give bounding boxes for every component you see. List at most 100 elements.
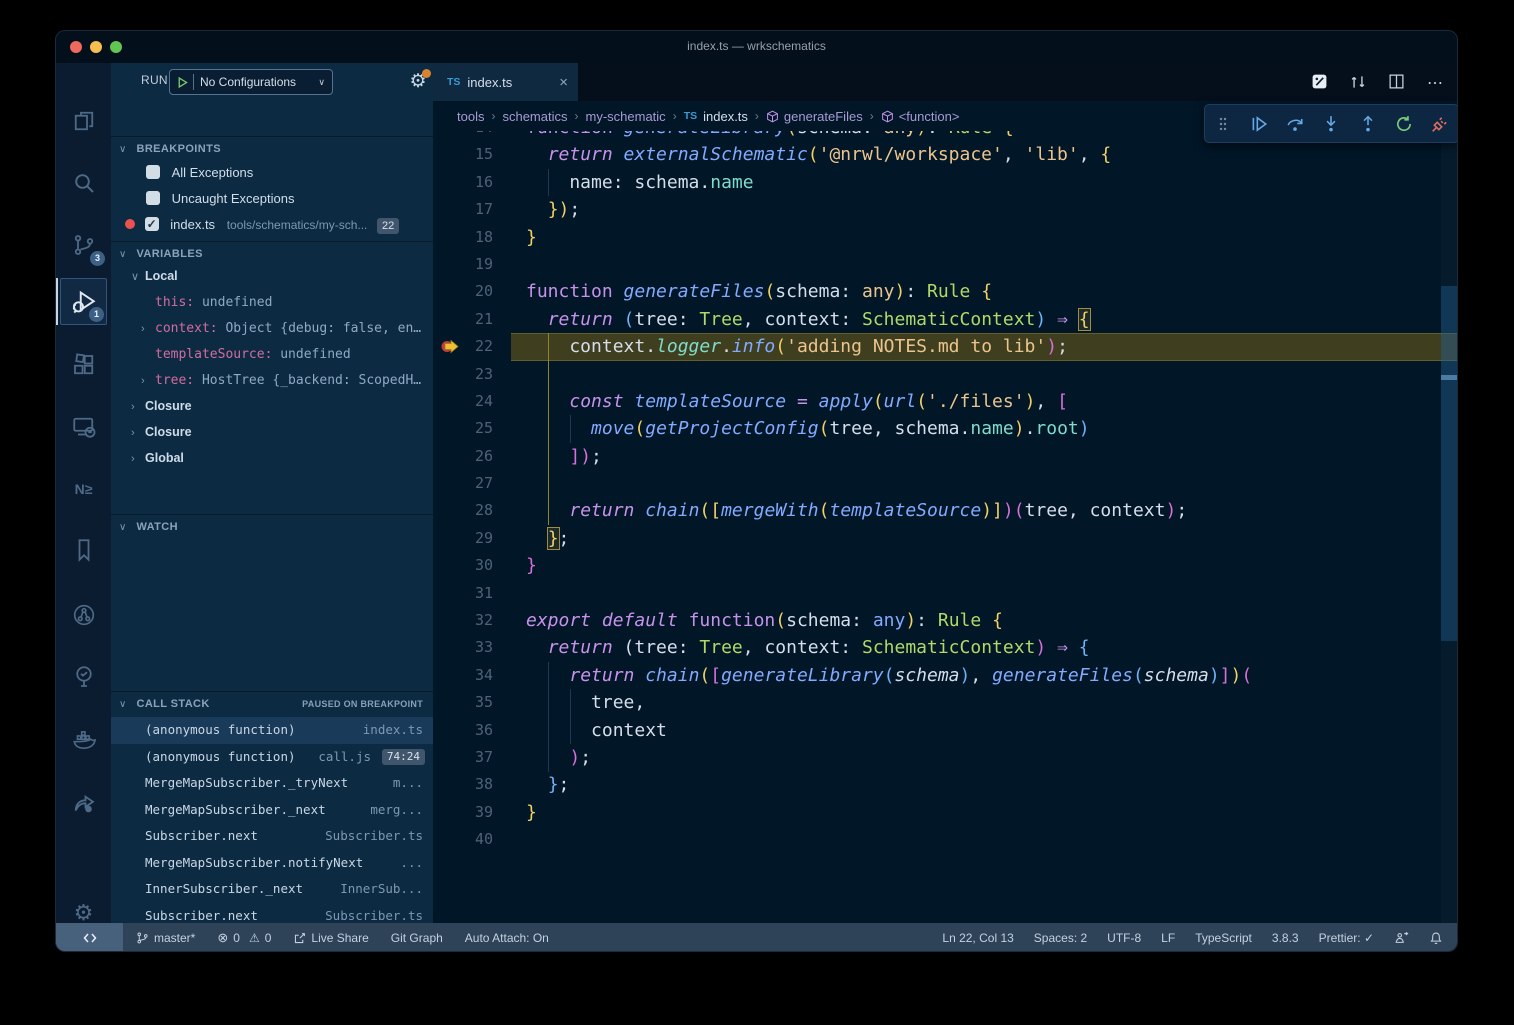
code-line[interactable]: 16 name: schema.name <box>433 169 1458 196</box>
code-line[interactable]: 21 return (tree: Tree, context: Schemati… <box>433 306 1458 333</box>
line-number[interactable]: 15 <box>433 141 493 168</box>
code-line[interactable]: 28 return chain([mergeWith(templateSourc… <box>433 497 1458 524</box>
prettier-status[interactable]: Prettier: ✓ <box>1319 931 1374 945</box>
more-actions-icon[interactable]: ⋯ <box>1427 73 1445 91</box>
code-line[interactable]: 31 <box>433 580 1458 607</box>
line-number[interactable]: 38 <box>433 771 493 798</box>
line-number[interactable]: 24 <box>433 388 493 415</box>
continue-icon[interactable] <box>1249 114 1268 134</box>
run-and-debug-icon[interactable]: 1 <box>60 278 107 325</box>
line-number[interactable]: 25 <box>433 415 493 442</box>
breakpoint-all-exceptions[interactable]: All Exceptions <box>111 160 433 186</box>
title-bar[interactable]: index.ts — wrkschematics <box>56 31 1457 63</box>
encoding-status[interactable]: UTF-8 <box>1107 931 1141 945</box>
bookmarks-icon[interactable] <box>60 526 107 573</box>
line-number[interactable]: 36 <box>433 717 493 744</box>
notifications-bell-icon[interactable] <box>1429 931 1443 946</box>
breadcrumb-item[interactable]: tools <box>457 109 484 124</box>
close-icon[interactable]: × <box>559 74 568 91</box>
code-editor[interactable]: 14function generateLibrary(schema: any):… <box>433 131 1458 923</box>
git-graph-button[interactable]: Git Graph <box>391 931 443 945</box>
code-line[interactable]: 37 ); <box>433 744 1458 771</box>
code-line[interactable]: 22 context.logger.info('adding NOTES.md … <box>433 333 1458 360</box>
line-number[interactable]: 16 <box>433 169 493 196</box>
step-over-icon[interactable] <box>1286 114 1305 134</box>
tests-icon[interactable] <box>60 653 107 700</box>
step-out-icon[interactable] <box>1358 114 1377 134</box>
docker-icon[interactable] <box>60 716 107 763</box>
call-stack-frame[interactable]: MergeMapSubscriber._tryNextm... <box>111 770 433 797</box>
variables-scope[interactable]: ∨Local <box>111 263 433 289</box>
watch-section-header[interactable]: ∨ WATCH <box>111 514 433 538</box>
indentation-status[interactable]: Spaces: 2 <box>1034 931 1087 945</box>
launch-configuration-dropdown[interactable]: No Configurations ∨ <box>169 69 333 95</box>
restart-icon[interactable] <box>1394 114 1413 134</box>
line-number[interactable]: 17 <box>433 196 493 223</box>
cursor-position-status[interactable]: Ln 22, Col 13 <box>942 931 1013 945</box>
breakpoint-index-ts[interactable]: index.ts tools/schematics/my-sch... 22 <box>111 212 433 238</box>
line-number[interactable]: 18 <box>433 224 493 251</box>
breadcrumb-item[interactable]: <function> <box>899 109 960 124</box>
language-mode-status[interactable]: TypeScript <box>1195 931 1252 945</box>
code-line[interactable]: 27 <box>433 470 1458 497</box>
code-line[interactable]: 29 }; <box>433 525 1458 552</box>
variable-row[interactable]: ›tree: HostTree {_backend: ScopedH… <box>111 367 433 393</box>
breadcrumb-item[interactable]: generateFiles <box>784 109 863 124</box>
call-stack-frame[interactable]: InnerSubscriber._nextInnerSub... <box>111 876 433 903</box>
git-branch-status[interactable]: master* <box>136 931 195 945</box>
code-line[interactable]: 39} <box>433 799 1458 826</box>
line-number[interactable]: 20 <box>433 278 493 305</box>
variable-row[interactable]: ›context: Object {debug: false, en… <box>111 315 433 341</box>
breadcrumb-item[interactable]: my-schematic <box>586 109 666 124</box>
call-stack-frame[interactable]: MergeMapSubscriber._nextmerg... <box>111 797 433 824</box>
breadcrumb-item[interactable]: schematics <box>502 109 567 124</box>
line-number[interactable]: 21 <box>433 306 493 333</box>
split-editor-icon[interactable] <box>1388 73 1406 91</box>
line-number[interactable]: 40 <box>433 826 493 853</box>
code-line[interactable]: 15 return externalSchematic('@nrwl/works… <box>433 141 1458 168</box>
code-line[interactable]: 19 <box>433 251 1458 278</box>
line-number[interactable]: 33 <box>433 634 493 661</box>
line-number[interactable]: 39 <box>433 799 493 826</box>
feedback-icon[interactable] <box>1394 931 1409 945</box>
variables-scope[interactable]: ›Closure <box>111 419 433 445</box>
code-line[interactable]: 35 tree, <box>433 689 1458 716</box>
prettier-format-icon[interactable] <box>1311 73 1329 91</box>
code-line[interactable]: 36 context <box>433 717 1458 744</box>
line-number[interactable]: 32 <box>433 607 493 634</box>
checkbox[interactable] <box>146 165 160 179</box>
breadcrumb-item[interactable]: index.ts <box>703 109 748 124</box>
line-number[interactable]: 29 <box>433 525 493 552</box>
auto-attach-status[interactable]: Auto Attach: On <box>465 931 549 945</box>
live-share-button[interactable]: Live Share <box>293 931 368 945</box>
nx-console-icon[interactable]: N≥ <box>60 465 107 512</box>
compare-changes-icon[interactable] <box>1349 73 1367 91</box>
explorer-icon[interactable] <box>60 97 107 144</box>
line-number[interactable]: 30 <box>433 552 493 579</box>
line-number[interactable]: 31 <box>433 580 493 607</box>
call-stack-frame[interactable]: (anonymous function)74:24call.js <box>111 744 433 771</box>
code-line[interactable]: 25 move(getProjectConfig(tree, schema.na… <box>433 415 1458 442</box>
code-line[interactable]: 20function generateFiles(schema: any): R… <box>433 278 1458 305</box>
code-line[interactable]: 34 return chain([generateLibrary(schema)… <box>433 662 1458 689</box>
line-number[interactable]: 28 <box>433 497 493 524</box>
remote-explorer-icon[interactable] <box>60 403 107 450</box>
call-stack-frame[interactable]: (anonymous function)index.ts <box>111 717 433 744</box>
line-number[interactable]: 14 <box>433 131 493 141</box>
source-control-icon[interactable]: 3 <box>60 221 107 268</box>
drag-handle-icon[interactable] <box>1213 114 1232 134</box>
typescript-version-status[interactable]: 3.8.3 <box>1272 931 1299 945</box>
project-share-icon[interactable] <box>60 779 107 826</box>
checkbox[interactable] <box>145 217 159 231</box>
tab-index-ts[interactable]: TS index.ts × <box>433 63 578 101</box>
line-number[interactable]: 34 <box>433 662 493 689</box>
code-line[interactable]: 24 const templateSource = apply(url('./f… <box>433 388 1458 415</box>
variable-row[interactable]: templateSource: undefined <box>111 341 433 367</box>
code-line[interactable]: 33 return (tree: Tree, context: Schemati… <box>433 634 1458 661</box>
code-line[interactable]: 32export default function(schema: any): … <box>433 607 1458 634</box>
git-graph-icon[interactable] <box>60 591 107 638</box>
code-line[interactable]: 38 }; <box>433 771 1458 798</box>
line-number[interactable]: 27 <box>433 470 493 497</box>
variables-section-header[interactable]: ∨ VARIABLES <box>111 241 433 265</box>
scrollbar-slider[interactable] <box>1441 286 1458 641</box>
